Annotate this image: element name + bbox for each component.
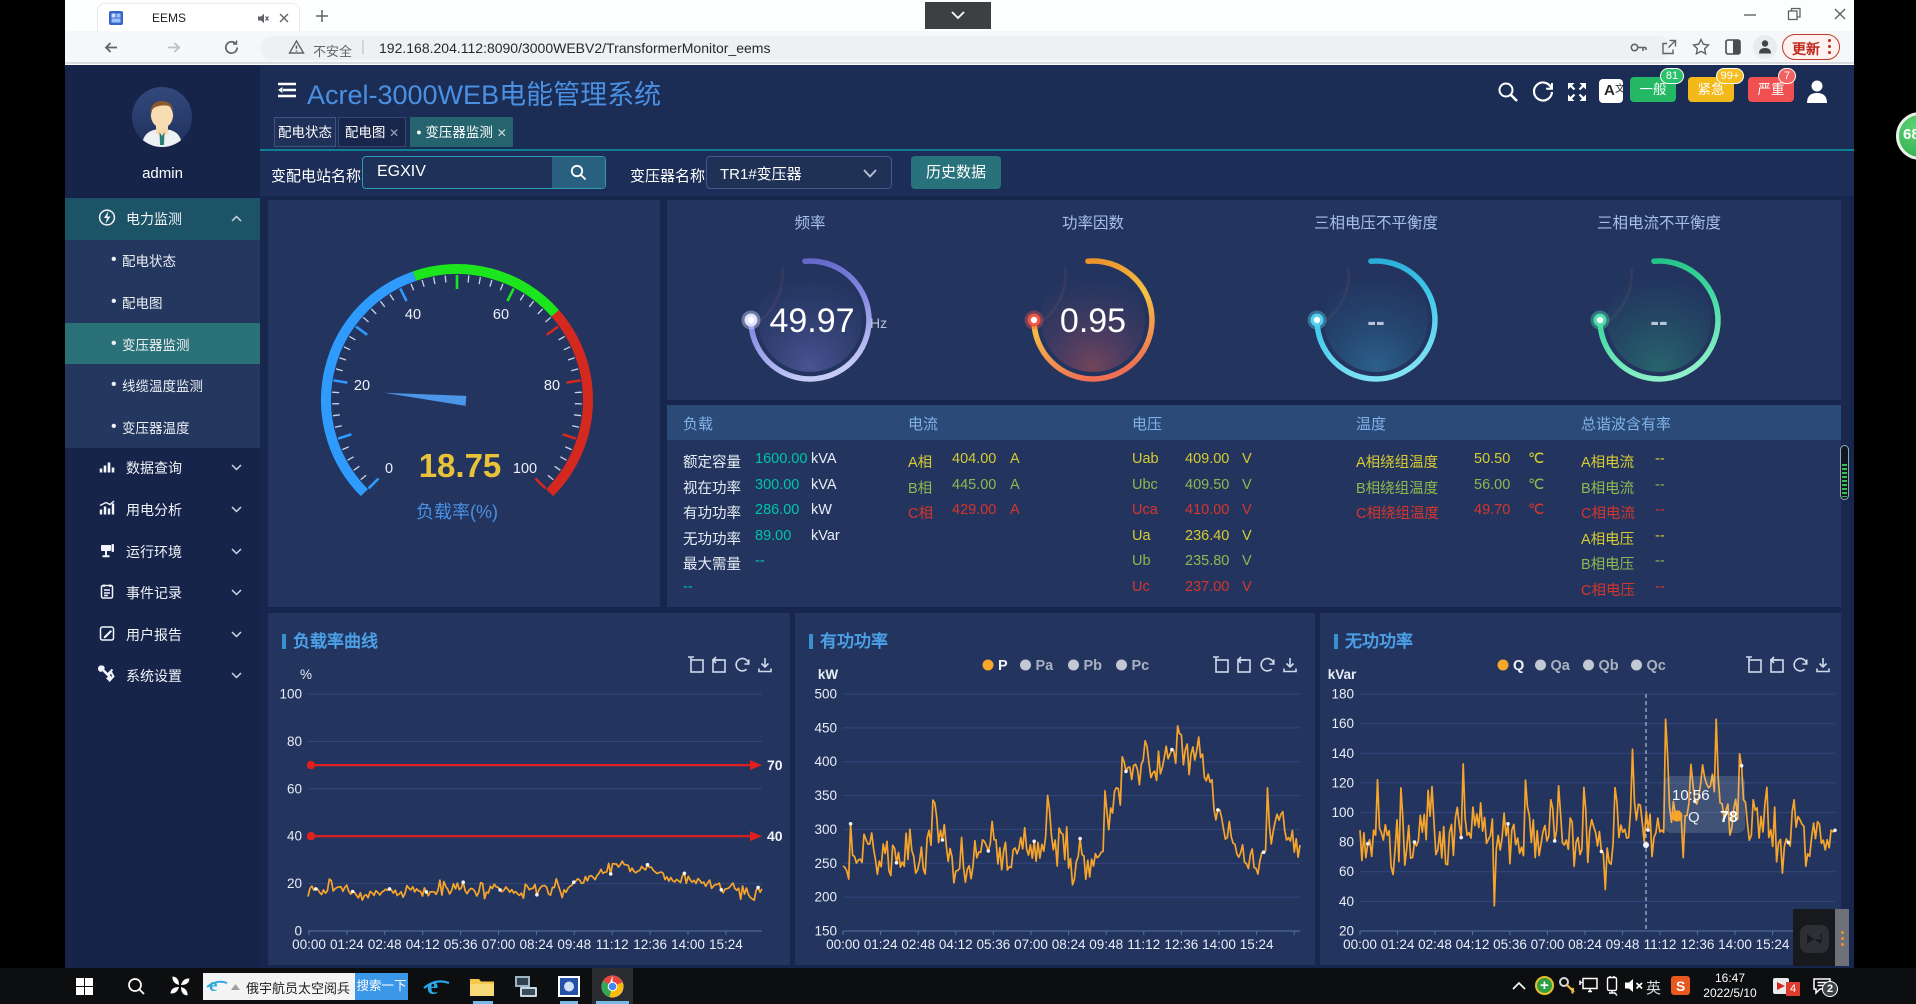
svg-text:三相电流不平衡度: 三相电流不平衡度 [1597, 214, 1721, 232]
svg-text:Hz: Hz [870, 315, 887, 331]
svg-text:08:24: 08:24 [1052, 937, 1086, 952]
svg-text:40: 40 [767, 828, 783, 844]
svg-text:Q: Q [1688, 809, 1700, 826]
svg-text:05:36: 05:36 [977, 937, 1011, 952]
svg-text:350: 350 [814, 788, 837, 803]
svg-text:15:24: 15:24 [1756, 937, 1790, 952]
svg-text:09:48: 09:48 [1606, 937, 1640, 952]
svg-text:kW: kW [818, 667, 839, 682]
svg-text:15:24: 15:24 [1240, 937, 1274, 952]
svg-text:100: 100 [1331, 805, 1354, 820]
svg-text:80: 80 [1339, 835, 1354, 850]
svg-text:40: 40 [1339, 894, 1354, 909]
svg-text:01:24: 01:24 [330, 937, 364, 952]
svg-text:80: 80 [287, 734, 302, 749]
svg-text:400: 400 [814, 754, 837, 769]
svg-text:Qa: Qa [1551, 658, 1571, 674]
svg-text:450: 450 [814, 720, 837, 735]
svg-text:07:00: 07:00 [1531, 937, 1565, 952]
svg-text:300: 300 [814, 822, 837, 837]
svg-text:05:36: 05:36 [1493, 937, 1527, 952]
svg-text:%: % [300, 667, 312, 682]
svg-text:05:36: 05:36 [444, 937, 478, 952]
svg-text:kVar: kVar [1328, 667, 1357, 682]
svg-text:02:48: 02:48 [1418, 937, 1452, 952]
svg-text:40: 40 [287, 829, 302, 844]
svg-text:00:00: 00:00 [826, 937, 860, 952]
svg-text:04:12: 04:12 [1456, 937, 1490, 952]
svg-text:三相电压不平衡度: 三相电压不平衡度 [1314, 214, 1438, 232]
svg-text:功率因数: 功率因数 [1062, 214, 1125, 232]
svg-text:07:00: 07:00 [482, 937, 516, 952]
svg-text:07:00: 07:00 [1014, 937, 1048, 952]
svg-text:140: 140 [1331, 746, 1354, 761]
svg-text:14:00: 14:00 [671, 937, 705, 952]
svg-text:12:36: 12:36 [1165, 937, 1199, 952]
svg-text:11:12: 11:12 [1127, 937, 1160, 952]
svg-text:40: 40 [405, 307, 421, 323]
svg-text:--: -- [1367, 306, 1384, 336]
svg-text:15:24: 15:24 [709, 937, 743, 952]
svg-text:01:24: 01:24 [1381, 937, 1415, 952]
svg-text:Qc: Qc [1647, 658, 1666, 674]
svg-text:09:48: 09:48 [1089, 937, 1123, 952]
svg-text:160: 160 [1331, 716, 1354, 731]
svg-text:--: -- [1650, 306, 1667, 336]
svg-text:78: 78 [1720, 809, 1738, 826]
svg-text:49.97: 49.97 [769, 302, 854, 340]
svg-text:18.75: 18.75 [419, 447, 502, 484]
svg-text:14:00: 14:00 [1718, 937, 1752, 952]
svg-text:Qb: Qb [1599, 658, 1619, 674]
svg-text:180: 180 [1331, 687, 1354, 702]
svg-text:11:12: 11:12 [596, 937, 629, 952]
svg-text:02:48: 02:48 [901, 937, 935, 952]
svg-text:09:48: 09:48 [557, 937, 591, 952]
svg-text:60: 60 [1339, 864, 1354, 879]
svg-text:0.95: 0.95 [1060, 302, 1126, 340]
svg-text:04:12: 04:12 [406, 937, 440, 952]
svg-text:Pb: Pb [1084, 658, 1103, 674]
svg-text:0: 0 [385, 461, 393, 477]
svg-text:120: 120 [1331, 775, 1354, 790]
svg-text:Pa: Pa [1036, 658, 1055, 674]
svg-text:250: 250 [814, 856, 837, 871]
svg-text:12:36: 12:36 [633, 937, 667, 952]
svg-text:02:48: 02:48 [368, 937, 402, 952]
svg-text:20: 20 [287, 876, 302, 891]
svg-text:11:12: 11:12 [1644, 937, 1677, 952]
svg-text:00:00: 00:00 [1343, 937, 1377, 952]
svg-text:Q: Q [1513, 658, 1524, 674]
svg-text:100: 100 [279, 687, 302, 702]
svg-text:08:24: 08:24 [1568, 937, 1602, 952]
svg-text:20: 20 [354, 378, 370, 394]
svg-text:负载率(%): 负载率(%) [416, 502, 498, 522]
svg-text:100: 100 [513, 461, 537, 477]
svg-text:10:56: 10:56 [1672, 787, 1710, 804]
svg-text:70: 70 [767, 757, 783, 773]
svg-text:60: 60 [493, 307, 509, 323]
svg-text:频率: 频率 [794, 214, 825, 232]
svg-text:60: 60 [287, 781, 302, 796]
svg-text:P: P [998, 658, 1008, 674]
svg-text:04:12: 04:12 [939, 937, 973, 952]
svg-text:500: 500 [814, 687, 837, 702]
svg-text:Pc: Pc [1132, 658, 1150, 674]
svg-text:80: 80 [544, 378, 560, 394]
svg-text:01:24: 01:24 [864, 937, 898, 952]
svg-text:14:00: 14:00 [1202, 937, 1236, 952]
svg-text:00:00: 00:00 [292, 937, 326, 952]
svg-text:12:36: 12:36 [1681, 937, 1715, 952]
svg-text:200: 200 [814, 890, 837, 905]
svg-text:08:24: 08:24 [520, 937, 554, 952]
